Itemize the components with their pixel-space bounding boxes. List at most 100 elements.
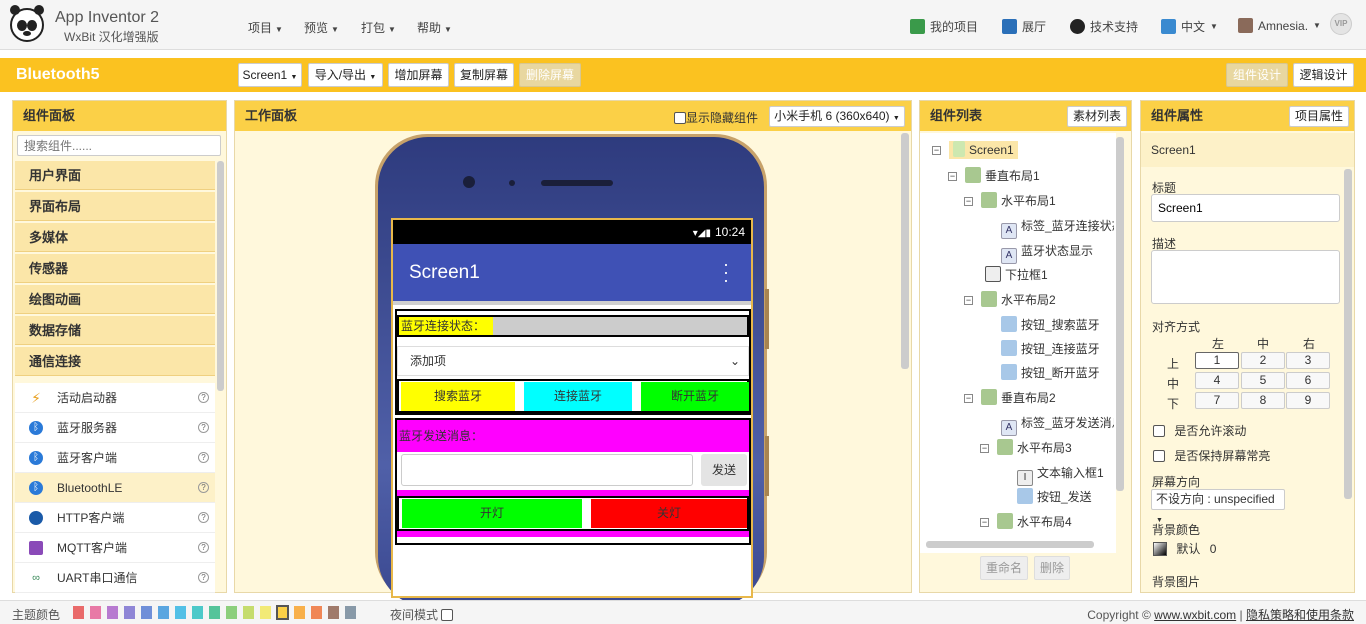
help-icon[interactable]: ?: [198, 542, 209, 553]
tree-node-bt-status-display[interactable]: A 蓝牙状态显示: [1001, 242, 1093, 264]
align-cell-6[interactable]: 6: [1286, 372, 1330, 389]
show-hidden-checkbox[interactable]: [674, 112, 686, 124]
help-icon[interactable]: ?: [198, 452, 209, 463]
connect-bluetooth-button[interactable]: 连接蓝牙: [524, 382, 632, 411]
night-mode-checkbox[interactable]: [441, 609, 454, 621]
menu-build[interactable]: 打包 ▼: [361, 19, 396, 36]
bg-color-picker[interactable]: 默认 0: [1153, 540, 1216, 557]
tree-node-btn-send[interactable]: 按钮_发送: [1017, 488, 1092, 506]
privacy-link[interactable]: 隐私策略和使用条款: [1246, 608, 1354, 622]
help-icon[interactable]: ?: [198, 422, 209, 433]
vip-badge-icon[interactable]: VIP: [1330, 13, 1352, 35]
align-cell-7[interactable]: 7: [1195, 392, 1239, 409]
horizontal-layout-4[interactable]: 开灯 关灯: [397, 496, 749, 531]
viewer-scrollbar[interactable]: [901, 133, 909, 369]
collapse-icon[interactable]: −: [948, 172, 957, 181]
help-icon[interactable]: ?: [198, 512, 209, 523]
theme-swatch[interactable]: [243, 606, 254, 619]
tree-node-label-bt-status[interactable]: A 标签_蓝牙连接状态: [1001, 217, 1114, 239]
help-icon[interactable]: ?: [198, 392, 209, 403]
category-drawing-animation[interactable]: 绘图动画: [15, 285, 215, 314]
category-sensors[interactable]: 传感器: [15, 254, 215, 283]
align-cell-2[interactable]: 2: [1241, 352, 1285, 369]
tree-node-vertical-layout-1[interactable]: − 垂直布局1: [948, 167, 1040, 185]
tree-node-btn-connect[interactable]: 按钮_连接蓝牙: [1001, 340, 1100, 358]
menu-help[interactable]: 帮助 ▼: [417, 19, 452, 36]
tree-scrollbar-horizontal[interactable]: [926, 541, 1094, 548]
light-on-button[interactable]: 开灯: [402, 499, 582, 528]
category-media[interactable]: 多媒体: [15, 223, 215, 252]
tree-node-horizontal-layout-2[interactable]: − 水平布局2: [964, 291, 1056, 309]
theme-swatch[interactable]: [90, 606, 101, 619]
gallery-link[interactable]: 展厅: [1002, 18, 1046, 35]
properties-scrollbar[interactable]: [1344, 169, 1352, 499]
scrollable-checkbox[interactable]: [1153, 425, 1165, 437]
component-activity-starter[interactable]: ⚡ 活动启动器 ?: [15, 383, 215, 413]
copy-screen-button[interactable]: 复制屏幕: [454, 63, 514, 87]
component-bluetooth-le[interactable]: ᛒ BluetoothLE ?: [15, 473, 215, 503]
tree-node-label-send[interactable]: A 标签_蓝牙发送消息: [1001, 414, 1114, 436]
tree-node-horizontal-layout-1[interactable]: − 水平布局1: [964, 192, 1056, 210]
collapse-icon[interactable]: −: [980, 518, 989, 527]
horizontal-layout-1[interactable]: 蓝牙连接状态：: [397, 315, 749, 337]
my-projects-link[interactable]: 我的项目: [910, 18, 978, 35]
component-http-client[interactable]: HTTP客户端 ?: [15, 503, 215, 533]
light-off-button[interactable]: 关灯: [591, 499, 747, 528]
theme-swatch[interactable]: [311, 606, 322, 619]
tree-node-list-picker[interactable]: 下拉框1: [985, 266, 1048, 284]
delete-button[interactable]: 删除: [1034, 556, 1070, 580]
horizontal-layout-3[interactable]: 发送: [397, 452, 749, 490]
vertical-layout-2[interactable]: 蓝牙发送消息： 发送 开灯 关灯: [395, 418, 751, 545]
menu-project[interactable]: 项目 ▼: [248, 19, 283, 36]
align-cell-5[interactable]: 5: [1241, 372, 1285, 389]
add-screen-button[interactable]: 增加屏幕: [388, 63, 449, 87]
theme-swatch[interactable]: [73, 606, 84, 619]
designer-button[interactable]: 组件设计: [1226, 63, 1288, 87]
theme-swatch[interactable]: [209, 606, 220, 619]
prop-keep-screen-on[interactable]: 是否保持屏幕常亮: [1153, 447, 1270, 464]
collapse-icon[interactable]: −: [980, 444, 989, 453]
align-cell-9[interactable]: 9: [1286, 392, 1330, 409]
tree-node-horizontal-layout-3[interactable]: − 水平布局3: [980, 439, 1072, 457]
menu-preview[interactable]: 预览 ▼: [304, 19, 339, 36]
collapse-icon[interactable]: −: [964, 296, 973, 305]
category-storage[interactable]: 数据存储: [15, 316, 215, 345]
search-bluetooth-button[interactable]: 搜索蓝牙: [401, 382, 515, 411]
theme-swatch[interactable]: [107, 606, 118, 619]
collapse-icon[interactable]: −: [964, 197, 973, 206]
category-connectivity[interactable]: 通信连接: [15, 347, 215, 376]
help-icon[interactable]: ?: [198, 572, 209, 583]
theme-swatch[interactable]: [175, 606, 186, 619]
horizontal-layout-2[interactable]: 搜索蓝牙 连接蓝牙 断开蓝牙: [397, 379, 749, 413]
site-link[interactable]: www.wxbit.com: [1154, 608, 1236, 622]
component-search-input[interactable]: [17, 135, 221, 156]
component-uart[interactable]: ∞ UART串口通信 ?: [15, 563, 215, 593]
text-input[interactable]: [401, 454, 693, 486]
tree-node-screen1[interactable]: − Screen1: [932, 141, 1018, 159]
theme-swatch[interactable]: [294, 606, 305, 619]
theme-swatch[interactable]: [141, 606, 152, 619]
align-cell-3[interactable]: 3: [1286, 352, 1330, 369]
component-bluetooth-server[interactable]: ᛒ 蓝牙服务器 ?: [15, 413, 215, 443]
theme-swatch[interactable]: [124, 606, 135, 619]
screen-select[interactable]: Screen1 ▼: [238, 63, 302, 87]
delete-screen-button[interactable]: 删除屏幕: [519, 63, 581, 87]
list-picker[interactable]: 添加项 ⌄: [397, 346, 749, 376]
theme-swatch[interactable]: [192, 606, 203, 619]
component-mqtt-client[interactable]: MQTT客户端 ?: [15, 533, 215, 563]
align-cell-8[interactable]: 8: [1241, 392, 1285, 409]
category-user-interface[interactable]: 用户界面: [15, 161, 215, 190]
show-hidden-toggle[interactable]: 显示隐藏组件: [674, 109, 758, 126]
collapse-icon[interactable]: −: [964, 394, 973, 403]
rename-button[interactable]: 重命名: [980, 556, 1028, 580]
tree-node-text-input[interactable]: I 文本输入框1: [1017, 464, 1104, 486]
category-layout[interactable]: 界面布局: [15, 192, 215, 221]
tree-node-horizontal-layout-4[interactable]: − 水平布局4: [980, 513, 1072, 531]
theme-swatch[interactable]: [328, 606, 339, 619]
tree-scrollbar-vertical[interactable]: [1116, 137, 1124, 491]
tree-node-btn-search[interactable]: 按钮_搜索蓝牙: [1001, 316, 1100, 334]
support-link[interactable]: 技术支持: [1070, 18, 1138, 35]
orientation-select[interactable]: 不设方向 : unspecified ▼: [1151, 489, 1285, 524]
night-mode-toggle[interactable]: 夜间模式: [390, 606, 454, 623]
prop-title-input[interactable]: [1151, 194, 1340, 222]
